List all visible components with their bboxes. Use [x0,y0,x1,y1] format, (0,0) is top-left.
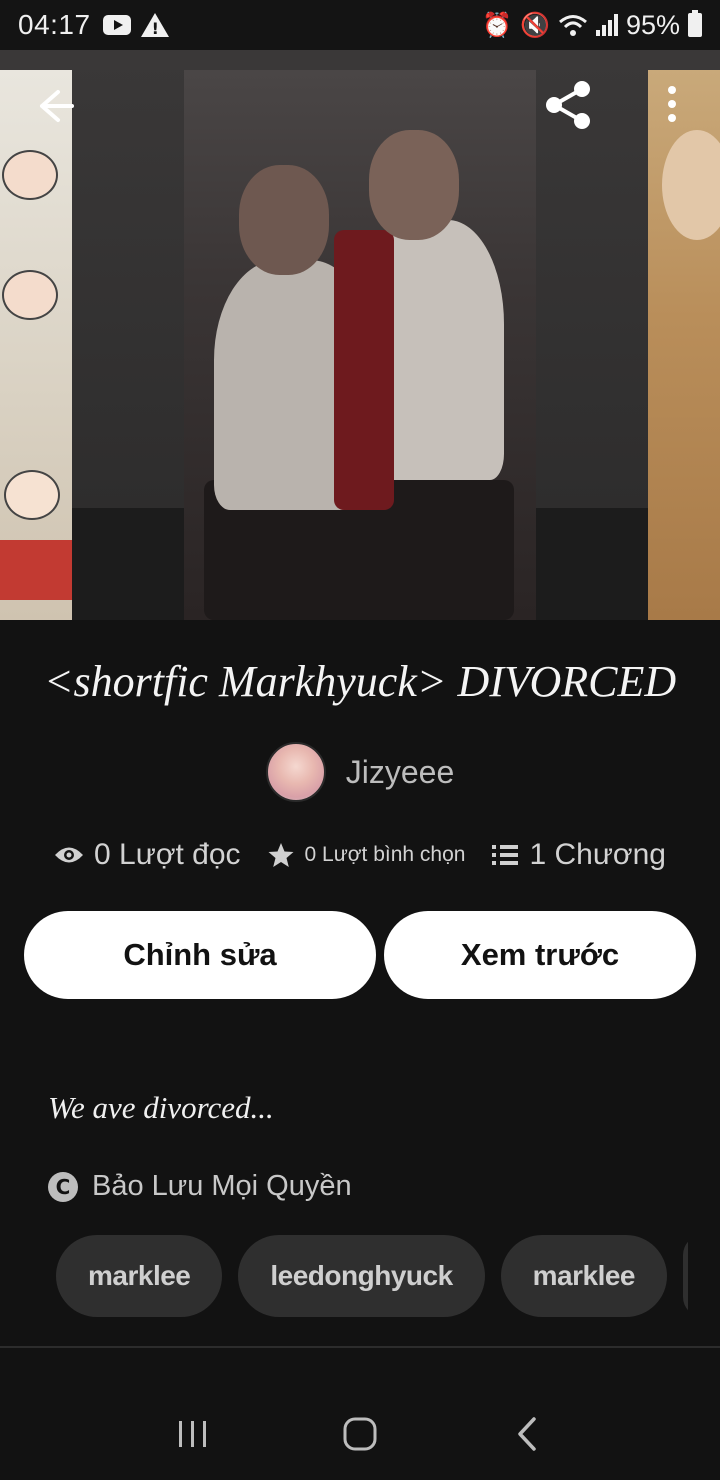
status-time: 04:17 [18,9,91,40]
tag-chip[interactable]: marklee [500,1235,668,1317]
eye-icon [55,847,84,863]
author-row[interactable]: Jizyeee [0,742,720,802]
cartoon-face-art [2,150,58,200]
status-system-icons: ⏰ 🔇 95% [482,10,702,41]
cover-photo-shape [239,165,329,275]
cover-photo-shape [662,130,720,240]
cover-photo-shape [369,130,459,240]
recent-apps-icon [179,1421,207,1447]
share-icon[interactable] [542,80,594,130]
mute-icon: 🔇 [520,11,550,39]
system-navigation-bar [0,1388,720,1480]
more-vertical-icon[interactable] [660,84,684,128]
tag-chip[interactable]: marklee [56,1235,223,1317]
tags-list[interactable]: marklee leedonghyuck marklee [56,1235,688,1319]
edit-button[interactable]: Chỉnh sửa [24,911,376,999]
youtube-icon [102,15,131,35]
story-description: We ave divorced... [48,1090,274,1125]
status-bar: 04:17 ⏰ 🔇 95% [0,0,720,50]
previous-story-cover[interactable] [0,70,72,620]
copyright-label: Bảo Lưu Mọi Quyền [92,1170,352,1202]
votes-count: 0 Lượt bình chọn [304,843,466,866]
story-stats: 0 Lượt đọc 0 Lượt bình chọn 1 Chương [0,838,720,872]
warning-icon [140,13,169,38]
cartoon-shirt-art [0,540,72,600]
back-button[interactable] [497,1404,557,1464]
home-button[interactable] [330,1404,390,1464]
status-notification-icons [102,13,169,38]
alarm-icon: ⏰ [482,11,513,39]
reads-stat: 0 Lượt đọc [54,838,241,872]
recent-apps-button[interactable] [163,1404,223,1464]
preview-button[interactable]: Xem trước [384,911,696,999]
battery-icon [688,10,702,37]
chapters-stat: 1 Chương [491,838,666,872]
copyright-icon: C [48,1171,78,1202]
story-cover-image[interactable] [184,70,536,620]
list-icon [492,845,519,865]
copyright-row: C Bảo Lưu Mọi Quyền [48,1170,352,1203]
reads-count: 0 Lượt đọc [94,838,241,871]
author-name[interactable]: Jizyeee [346,754,455,791]
section-divider [0,1346,720,1348]
star-icon [268,843,294,867]
tag-chip[interactable]: leedonghyuck [238,1235,485,1317]
chevron-left-icon [517,1417,536,1451]
story-title: <shortfic Markhyuck> DIVORCED [43,657,677,706]
cartoon-face-art [4,470,60,520]
cover-photo-shape [334,230,394,510]
signal-icon [595,14,618,36]
wifi-icon [558,15,587,36]
arrow-left-icon[interactable] [36,86,76,126]
tag-chip[interactable] [683,1235,688,1317]
cover-carousel[interactable] [0,50,720,620]
next-story-cover[interactable] [648,70,720,620]
author-avatar[interactable] [265,742,326,802]
cartoon-face-art [2,270,58,320]
battery-percentage: 95% [625,9,680,40]
chapters-count: 1 Chương [529,838,666,871]
votes-stat: 0 Lượt bình chọn [267,841,466,869]
home-icon [343,1417,377,1451]
